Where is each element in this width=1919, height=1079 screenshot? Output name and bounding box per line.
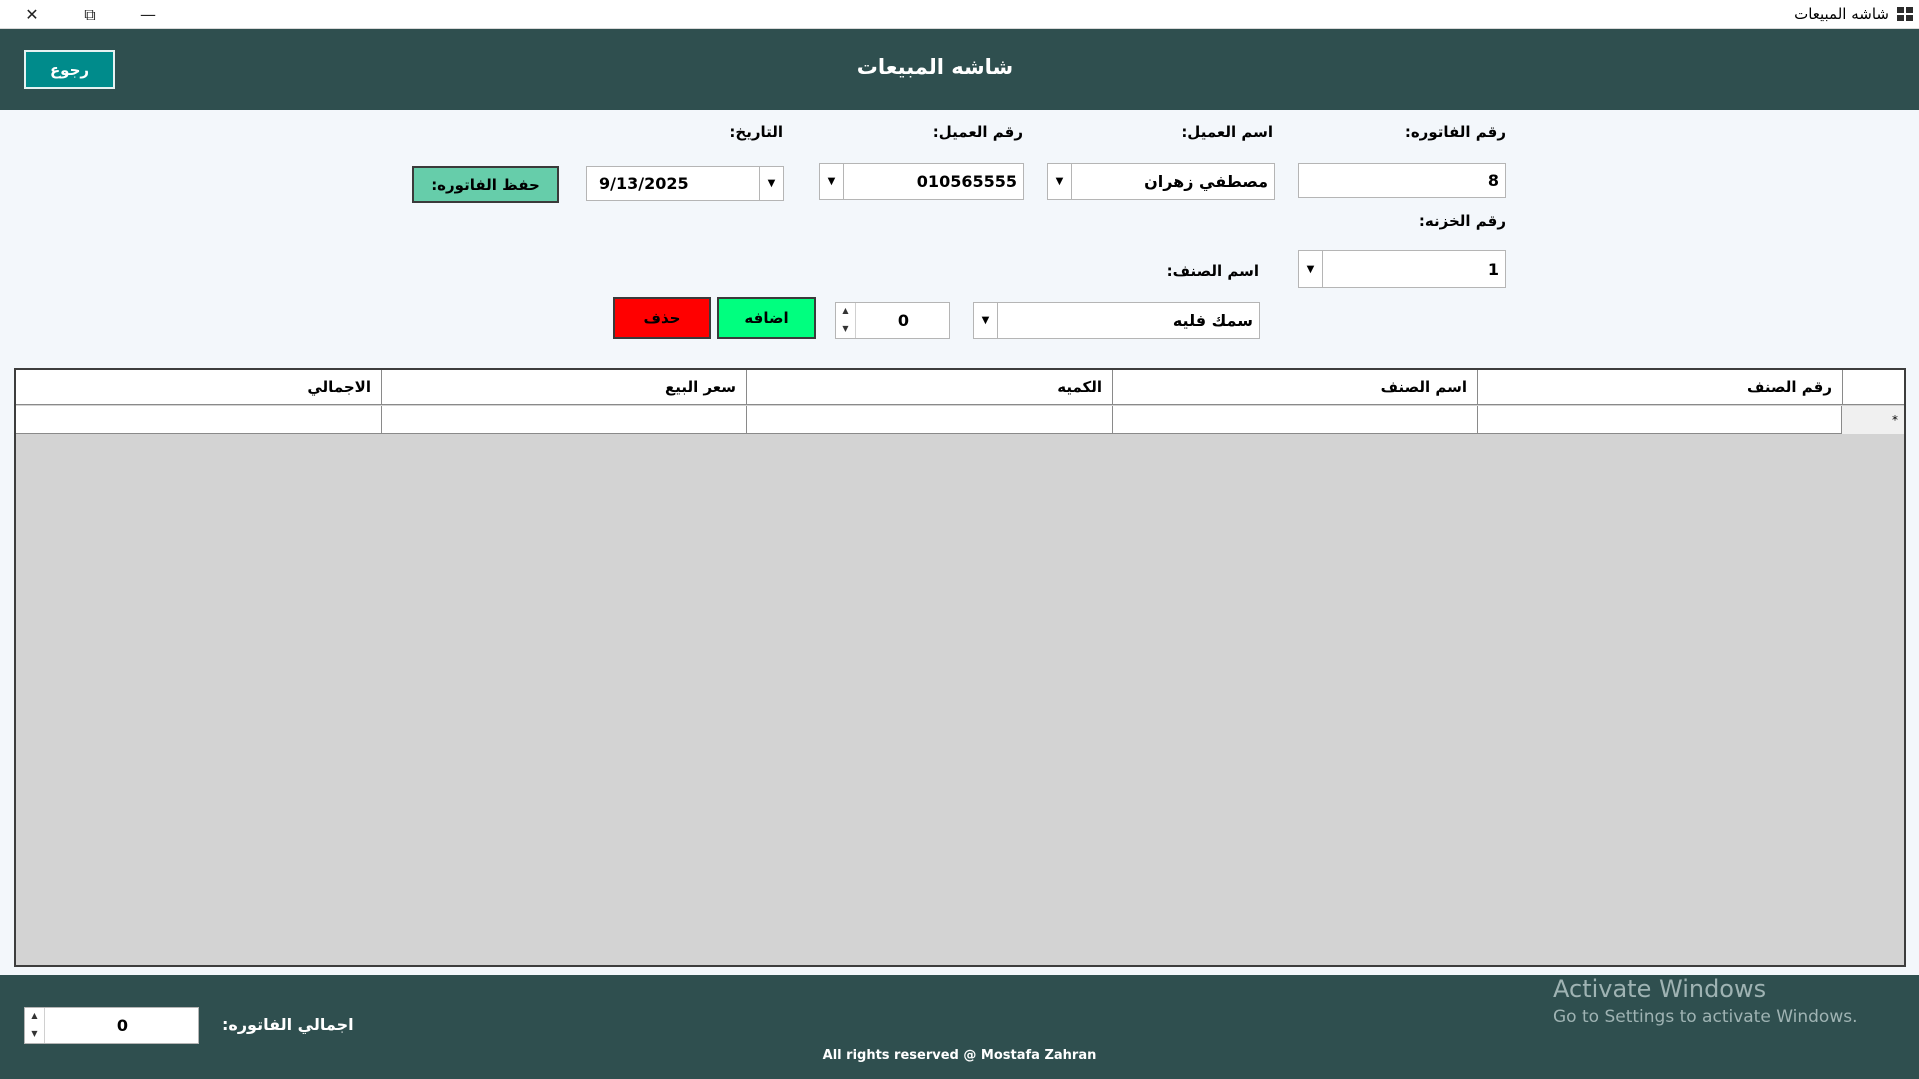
customer-name-label: اسم العميل: xyxy=(1181,123,1273,141)
invoice-no-label: رقم الفاتوره: xyxy=(1404,123,1506,141)
copyright-text: All rights reserved @ Mostafa Zahran xyxy=(822,1048,1097,1063)
table-cell[interactable] xyxy=(16,406,382,434)
table-cell[interactable] xyxy=(382,406,747,434)
column-header-sale-price[interactable]: سعر البيع xyxy=(382,370,747,405)
chevron-down-icon[interactable]: ▼ xyxy=(759,167,783,200)
column-header-item-no[interactable]: رقم الصنف xyxy=(1478,370,1843,405)
close-icon[interactable]: ✕ xyxy=(2,0,62,29)
stepper-up-icon[interactable]: ▲ xyxy=(25,1008,44,1026)
header-bar: شاشه المبيعات xyxy=(0,29,1919,110)
chevron-down-icon[interactable]: ▼ xyxy=(1048,164,1072,199)
date-picker[interactable]: 9/13/2025 ▼ xyxy=(586,166,784,201)
save-invoice-button[interactable]: حفظ الفاتوره: xyxy=(412,166,559,203)
table-cell[interactable] xyxy=(1113,406,1478,434)
minimize-icon[interactable]: — xyxy=(118,0,178,29)
stepper-down-icon[interactable]: ▼ xyxy=(25,1026,44,1044)
column-header-total[interactable]: الاجمالي xyxy=(16,370,382,405)
activate-windows-watermark: Activate Windows Go to Settings to activ… xyxy=(1553,975,1858,1027)
activate-title: Activate Windows xyxy=(1553,975,1767,1003)
customer-no-combo[interactable]: ▼ 010565555 xyxy=(819,163,1024,200)
safe-no-label: رقم الخزنه: xyxy=(1418,212,1506,230)
stepper-arrows[interactable]: ▲ ▼ xyxy=(836,303,856,338)
invoice-total-label: اجمالي الفاتوره: xyxy=(222,1015,354,1034)
date-label: التاريخ: xyxy=(729,123,783,141)
invoice-no-field[interactable]: 8 xyxy=(1298,163,1506,198)
stepper-up-icon[interactable]: ▲ xyxy=(836,303,855,321)
table-cell[interactable] xyxy=(1478,406,1842,434)
delete-item-button[interactable]: حذف xyxy=(613,297,711,339)
chevron-down-icon[interactable]: ▼ xyxy=(1299,251,1323,287)
new-row-marker[interactable]: * xyxy=(1842,406,1904,434)
safe-no-combo[interactable]: ▼ 1 xyxy=(1298,250,1506,288)
activate-subtitle: Go to Settings to activate Windows. xyxy=(1553,1007,1858,1027)
footer-bar: اجمالي الفاتوره: ▲ ▼ 0 All rights reserv… xyxy=(0,975,1919,1079)
stepper-down-icon[interactable]: ▼ xyxy=(836,321,855,339)
grid-header: رقم الصنف اسم الصنف الكميه سعر البيع الا… xyxy=(16,370,1904,405)
customer-name-combo[interactable]: ▼ مصطفي زهران xyxy=(1047,163,1275,200)
item-name-combo[interactable]: ▼ سمك فليه xyxy=(973,302,1260,339)
column-header-quantity[interactable]: الكميه xyxy=(747,370,1113,405)
items-grid[interactable]: رقم الصنف اسم الصنف الكميه سعر البيع الا… xyxy=(14,368,1906,967)
customer-no-label: رقم العميل: xyxy=(932,123,1023,141)
restore-icon[interactable]: ⧉ xyxy=(60,0,120,29)
table-cell[interactable] xyxy=(747,406,1113,434)
window-title: شاشه المبيعات xyxy=(1794,5,1889,23)
add-item-button[interactable]: اضافه xyxy=(717,297,816,339)
column-header-item-name[interactable]: اسم الصنف xyxy=(1113,370,1478,405)
chevron-down-icon[interactable]: ▼ xyxy=(820,164,844,199)
quantity-stepper[interactable]: ▲ ▼ 0 xyxy=(835,302,950,339)
app-icon xyxy=(1897,7,1913,21)
invoice-total-stepper[interactable]: ▲ ▼ 0 xyxy=(24,1007,199,1044)
chevron-down-icon[interactable]: ▼ xyxy=(974,303,998,338)
page-title: شاشه المبيعات xyxy=(856,55,1014,79)
item-name-label: اسم الصنف: xyxy=(1166,262,1259,280)
table-row[interactable]: * xyxy=(16,406,1904,434)
back-button[interactable]: رجوع xyxy=(24,50,115,89)
window-titlebar: ✕ ⧉ — شاشه المبيعات xyxy=(0,0,1919,29)
stepper-arrows[interactable]: ▲ ▼ xyxy=(25,1008,45,1043)
